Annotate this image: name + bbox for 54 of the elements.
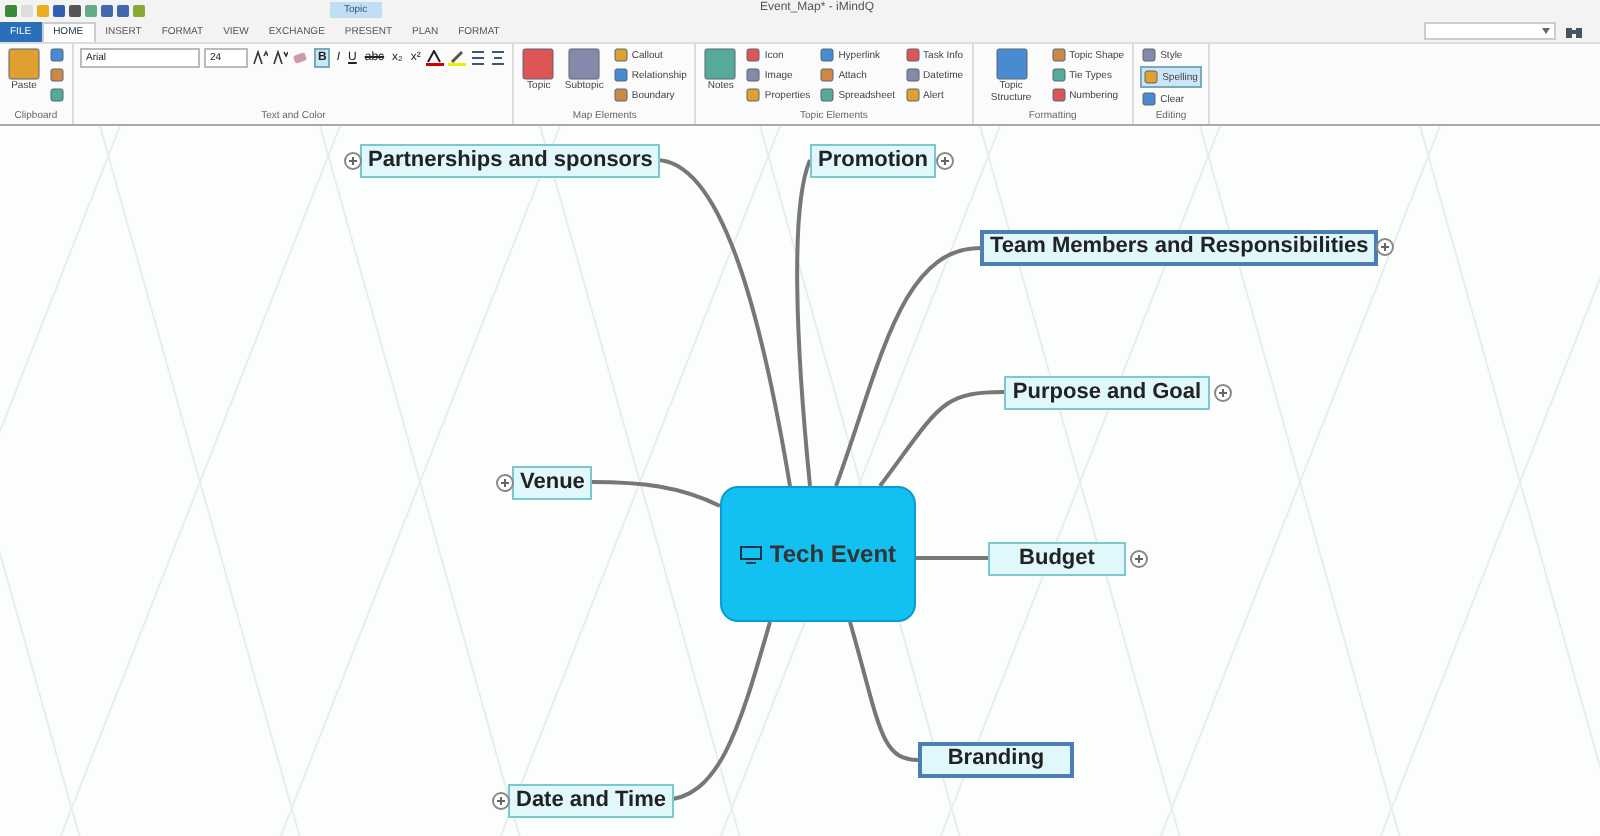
topic-node[interactable]: Promotion (810, 144, 936, 178)
expand-icon[interactable] (1130, 550, 1148, 568)
expand-icon[interactable] (344, 152, 362, 170)
topic-node[interactable]: Purpose and Goal (1004, 376, 1210, 410)
tile-icon (522, 48, 555, 80)
expand-icon[interactable] (1214, 384, 1232, 402)
connector-line (916, 556, 988, 560)
tile-icon (905, 88, 920, 102)
tile-icon (905, 68, 920, 82)
highlighter-icon[interactable] (448, 50, 467, 66)
font-color-icon[interactable] (426, 50, 445, 66)
tile-icon (746, 48, 761, 62)
topic-node[interactable]: Partnerships and sponsors (360, 144, 661, 178)
tile-icon (746, 88, 761, 102)
tile-icon (995, 48, 1028, 80)
binoculars-icon[interactable] (1564, 23, 1584, 39)
expand-icon[interactable] (496, 474, 514, 492)
search-field[interactable] (1424, 22, 1556, 40)
connector-line (848, 621, 919, 762)
tile-icon (1051, 48, 1066, 62)
tile-icon[interactable] (50, 48, 64, 62)
topic-node[interactable]: Venue (512, 466, 593, 500)
topic-node[interactable]: Date and Time (508, 784, 674, 818)
tile-icon (820, 88, 835, 102)
tile-icon (613, 48, 628, 62)
tile-icon[interactable] (50, 88, 64, 102)
topic-node[interactable]: Team Members and Responsibilities (980, 230, 1379, 266)
tile-icon[interactable] (50, 68, 64, 82)
tile-icon (8, 48, 40, 80)
tile-icon (1051, 68, 1066, 82)
tile-icon (1142, 92, 1157, 106)
expand-icon[interactable] (936, 152, 954, 170)
tile-icon (613, 88, 628, 102)
tile-icon (1051, 88, 1066, 102)
tile-icon (704, 48, 737, 80)
tile-icon (613, 68, 628, 82)
tile-icon (746, 68, 761, 82)
grow-font-icon[interactable] (252, 50, 268, 66)
expand-icon[interactable] (1376, 238, 1394, 256)
monitor-icon (739, 545, 762, 563)
caret-icon[interactable] (1542, 28, 1550, 34)
tile-icon (820, 68, 835, 82)
topic-node[interactable]: Branding (918, 742, 1074, 778)
topic-node[interactable]: Budget (988, 542, 1126, 576)
central-topic[interactable]: Tech Event (720, 486, 916, 622)
tile-icon (820, 48, 835, 62)
list-icon[interactable] (470, 50, 487, 66)
tile-icon (1142, 48, 1157, 62)
tile-icon (1144, 70, 1159, 84)
expand-icon[interactable] (492, 792, 510, 810)
tile-icon (905, 48, 920, 62)
tile-icon (568, 48, 601, 80)
align-icon[interactable] (490, 50, 507, 66)
shrink-font-icon[interactable] (272, 50, 288, 66)
